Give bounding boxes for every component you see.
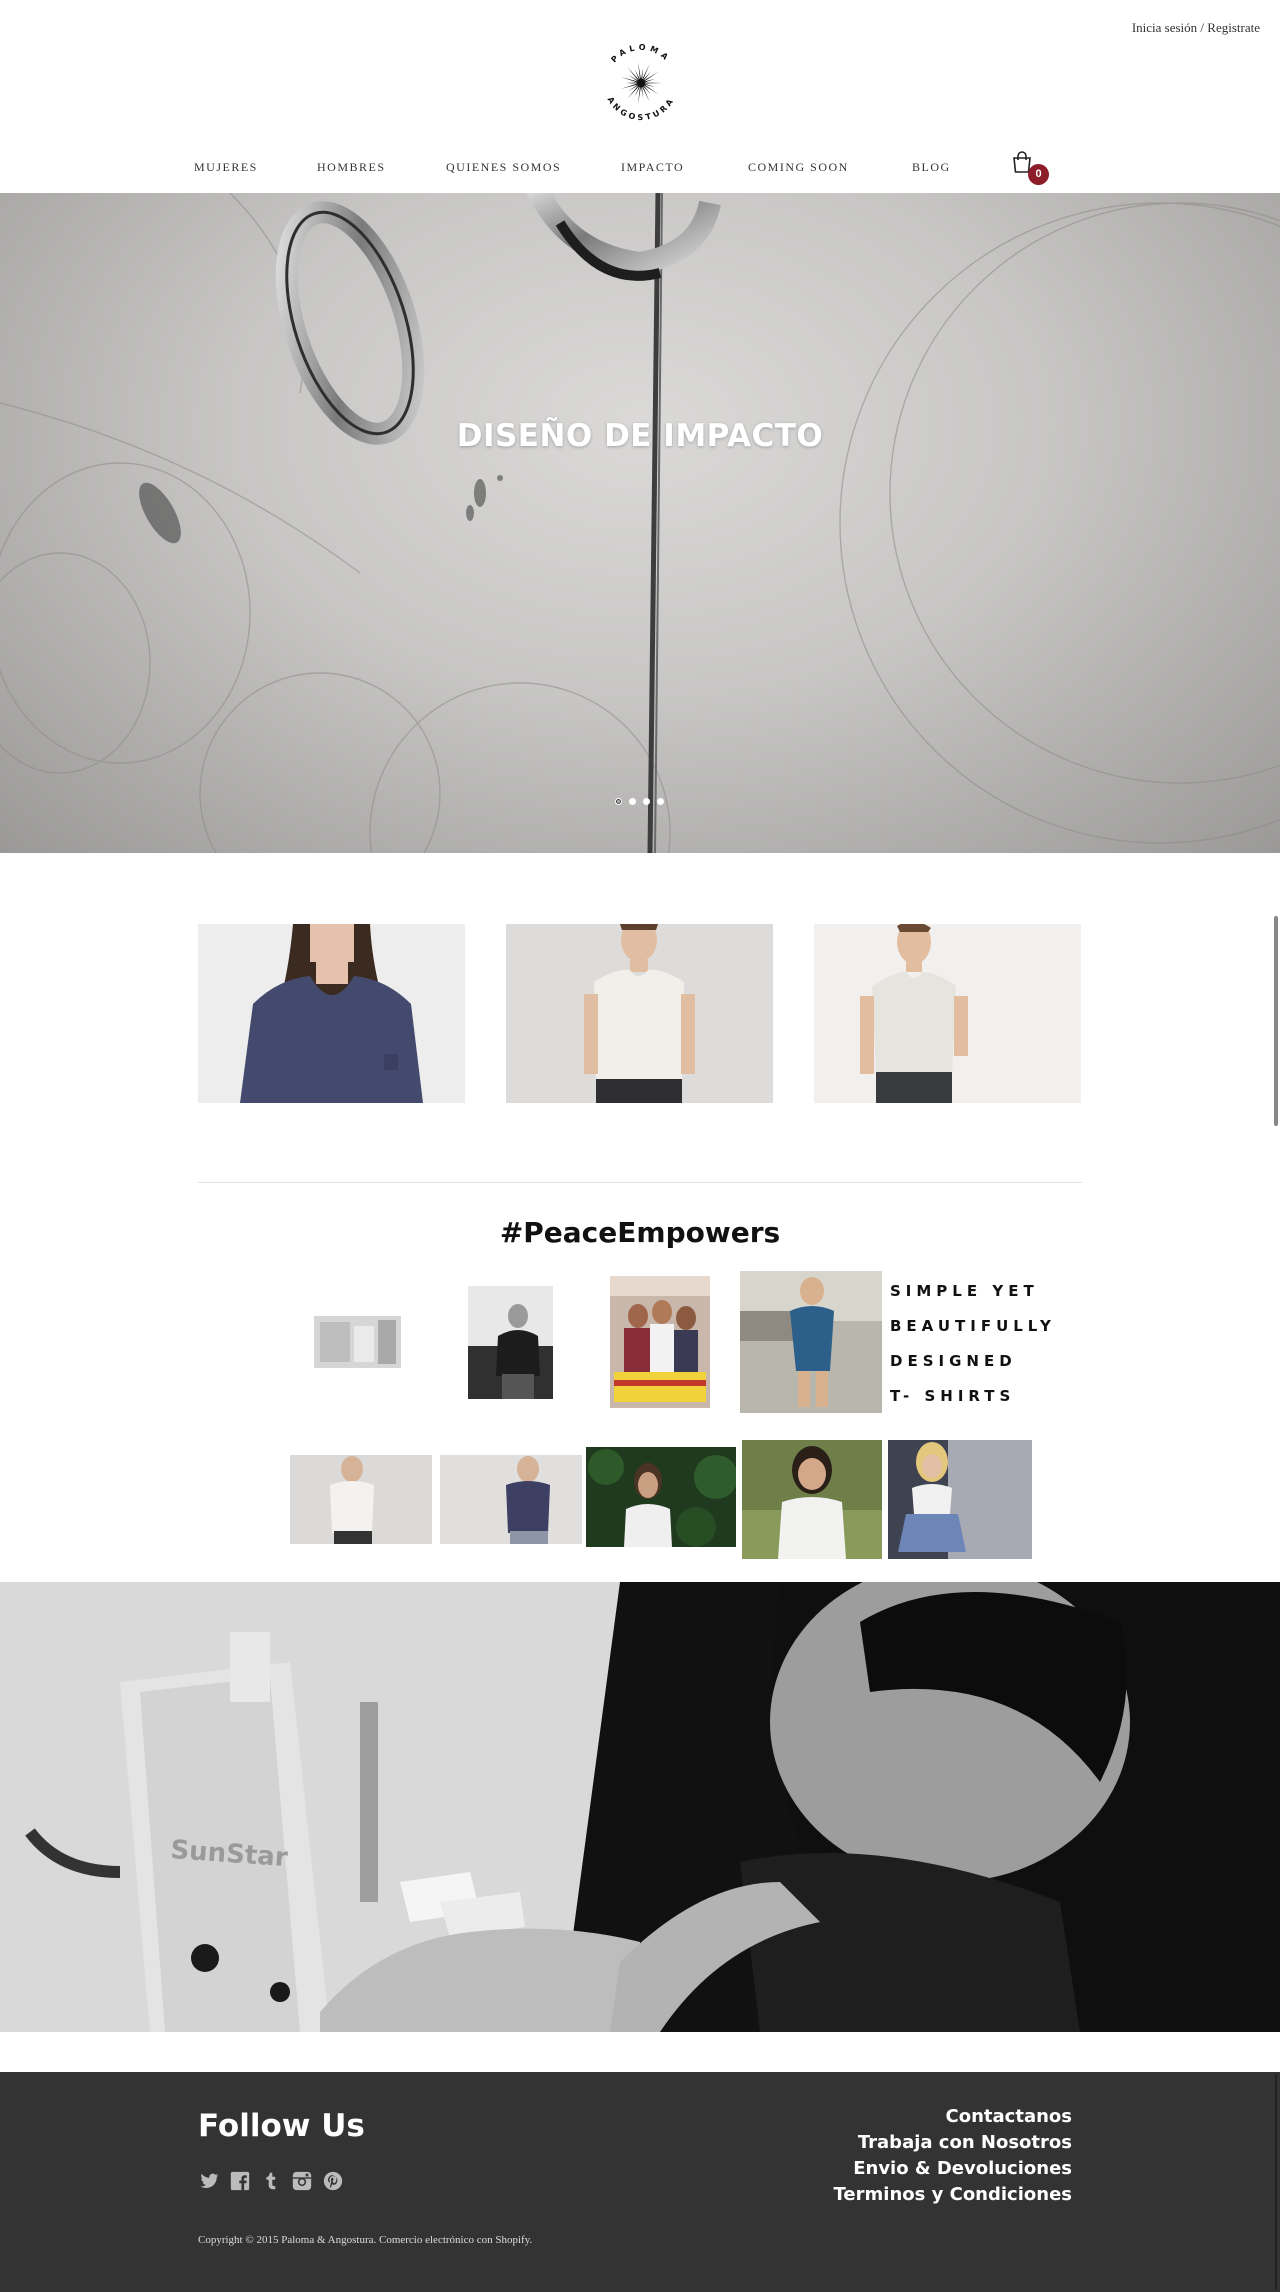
instagram-thumb-4[interactable] xyxy=(740,1271,882,1413)
nav-item-mujeres[interactable]: MUJERES xyxy=(194,160,258,175)
footer-scroll-edge xyxy=(1275,2074,1277,2290)
instagram-thumb-6[interactable] xyxy=(440,1455,582,1544)
hero-slider: DISEÑO DE IMPACTO xyxy=(0,193,1280,853)
tagline-line-2: BEAUTIFULLY xyxy=(890,1317,1056,1335)
login-separator: / xyxy=(1200,20,1205,35)
instagram-image xyxy=(586,1447,736,1547)
instagram-image xyxy=(290,1455,432,1544)
hero-scissors-image xyxy=(0,193,1280,853)
product-image xyxy=(814,924,1081,1103)
sewing-banner-image: SunStar xyxy=(0,1582,1280,2032)
pinterest-icon[interactable] xyxy=(322,2170,344,2192)
footer-link-trabaja[interactable]: Trabaja con Nosotros xyxy=(834,2130,1072,2156)
twitter-icon[interactable] xyxy=(198,2170,220,2192)
instagram-image xyxy=(888,1440,1032,1559)
instagram-thumb-1[interactable] xyxy=(314,1316,401,1368)
nav-item-coming-soon[interactable]: COMING SOON xyxy=(748,160,849,175)
section-divider xyxy=(198,1182,1082,1183)
instagram-tagline: SIMPLE YET BEAUTIFULLY DESIGNED T- SHIRT… xyxy=(890,1274,1056,1414)
instagram-thumb-2[interactable] xyxy=(468,1286,553,1399)
footer-link-terminos[interactable]: Terminos y Condiciones xyxy=(834,2182,1072,2208)
svg-text:PALOMA: PALOMA xyxy=(609,43,672,65)
nav-item-impacto[interactable]: IMPACTO xyxy=(621,160,684,175)
product-card-man-tee-front[interactable] xyxy=(506,924,773,1103)
tagline-line-1: SIMPLE YET xyxy=(890,1282,1039,1300)
instagram-thumb-7[interactable] xyxy=(586,1447,736,1547)
footer-link-envio[interactable]: Envio & Devoluciones xyxy=(834,2156,1072,2182)
instagram-magazine-image xyxy=(610,1276,710,1408)
instagram-thumb-3[interactable] xyxy=(610,1276,710,1408)
tagline-line-4: T- SHIRTS xyxy=(890,1387,1016,1405)
instagram-thumb-8[interactable] xyxy=(742,1440,882,1559)
nav-item-blog[interactable]: BLOG xyxy=(912,160,951,175)
product-card-man-tee-pose[interactable] xyxy=(814,924,1081,1103)
slide-dot-1[interactable] xyxy=(615,798,622,805)
slide-dot-4[interactable] xyxy=(657,798,664,805)
slide-dot-3[interactable] xyxy=(643,798,650,805)
hero-title: DISEÑO DE IMPACTO xyxy=(456,418,824,454)
sunburst-logo-icon: PALOMA ANGOSTURA xyxy=(606,43,677,122)
instagram-image xyxy=(468,1286,553,1399)
follow-us-title: Follow Us xyxy=(198,2108,365,2144)
instagram-image xyxy=(742,1440,882,1559)
product-card-woman-tee[interactable] xyxy=(198,924,465,1103)
instagram-icon[interactable] xyxy=(291,2170,313,2192)
instagram-image xyxy=(740,1271,882,1413)
tumblr-icon[interactable] xyxy=(260,2170,282,2192)
login-link[interactable]: Inicia sesión xyxy=(1132,20,1197,35)
nav-item-quienes-somos[interactable]: QUIENES SOMOS xyxy=(446,160,561,175)
product-image xyxy=(506,924,773,1103)
instagram-image xyxy=(440,1455,582,1544)
product-image xyxy=(198,924,465,1103)
page-scrollbar[interactable] xyxy=(1274,916,1278,1126)
slide-dot-2[interactable] xyxy=(629,798,636,805)
cart-count-badge: 0 xyxy=(1028,164,1049,185)
account-links: Inicia sesión / Registrate xyxy=(1132,20,1260,36)
nav-item-hombres[interactable]: HOMBRES xyxy=(317,160,386,175)
facebook-icon[interactable] xyxy=(229,2170,251,2192)
instagram-thumb-5[interactable] xyxy=(290,1455,432,1544)
site-footer: Follow Us Contactanos Trabaja con Nosotr… xyxy=(0,2072,1280,2292)
hero-slide-dots xyxy=(615,798,671,808)
register-link[interactable]: Registrate xyxy=(1207,20,1260,35)
footer-link-contactanos[interactable]: Contactanos xyxy=(834,2104,1072,2130)
instagram-section-title: #PeaceEmpowers xyxy=(499,1216,781,1249)
copyright-text: Copyright © 2015 Paloma & Angostura. Com… xyxy=(198,2234,533,2246)
main-nav: MUJERES HOMBRES QUIENES SOMOS IMPACTO CO… xyxy=(0,160,1280,192)
instagram-image xyxy=(314,1316,401,1368)
instagram-thumb-9[interactable] xyxy=(888,1440,1032,1559)
footer-links: Contactanos Trabaja con Nosotros Envio &… xyxy=(834,2104,1072,2208)
brand-logo[interactable]: PALOMA ANGOSTURA xyxy=(596,38,686,128)
sewing-machine-banner: SunStar xyxy=(0,1582,1280,2032)
cart-button[interactable]: 0 xyxy=(1010,150,1050,188)
tagline-line-3: DESIGNED xyxy=(890,1352,1017,1370)
svg-text:ANGOSTURA: ANGOSTURA xyxy=(606,95,677,122)
